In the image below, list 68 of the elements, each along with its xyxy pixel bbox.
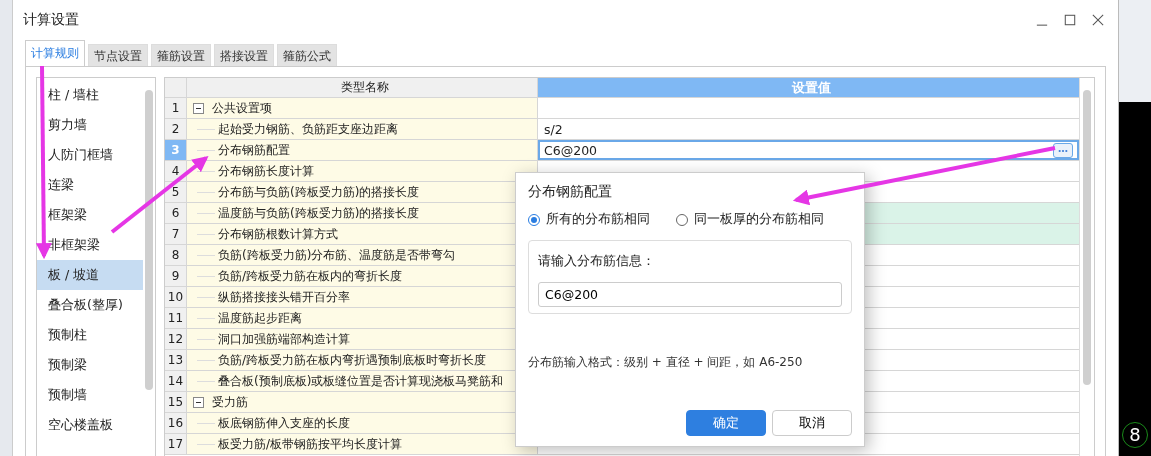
row-number: 2	[165, 119, 187, 139]
setting-name: 分布钢筋配置	[218, 141, 290, 159]
category-item[interactable]: 连梁	[37, 170, 143, 200]
row-number: 14	[165, 371, 187, 391]
setting-name: 板底钢筋伸入支座的长度	[218, 414, 350, 432]
cancel-button[interactable]: 取消	[772, 410, 852, 436]
ok-button[interactable]: 确定	[686, 410, 766, 436]
category-item[interactable]: 框架梁	[37, 200, 143, 230]
radio-option[interactable]: 所有的分布筋相同	[528, 211, 650, 228]
setting-name: 分布钢筋长度计算	[218, 162, 314, 180]
setting-name: 负筋(跨板受力筋)分布筋、温度筋是否带弯勾	[218, 246, 456, 264]
category-item[interactable]: 叠合板(整厚)	[37, 290, 143, 320]
row-number: 3	[165, 140, 187, 160]
collapse-icon[interactable]	[193, 102, 204, 114]
category-item[interactable]: 预制柱	[37, 320, 143, 350]
scrollbar[interactable]	[1079, 78, 1094, 456]
row-number: 8	[165, 245, 187, 265]
tab[interactable]: 搭接设置	[214, 44, 274, 66]
category-item[interactable]: 板 / 坡道	[37, 260, 143, 290]
setting-name: 负筋/跨板受力筋在板内弯折遇预制底板时弯折长度	[218, 351, 487, 369]
row-number: 6	[165, 203, 187, 223]
row-number: 13	[165, 350, 187, 370]
row-number: 9	[165, 266, 187, 286]
category-item[interactable]: 剪力墙	[37, 110, 143, 140]
setting-value: s/2	[544, 121, 563, 137]
category-item[interactable]: 柱 / 墙柱	[37, 80, 143, 110]
more-button[interactable]	[1053, 143, 1073, 158]
tab[interactable]: 箍筋设置	[151, 44, 211, 66]
setting-name: 洞口加强筋端部构造计算	[218, 330, 350, 348]
format-hint: 分布筋输入格式：级别 + 直径 + 间距，如 A6-250	[528, 354, 804, 371]
setting-name: 叠合板(预制底板)或板缝位置是否计算现浇板马凳筋和	[218, 372, 504, 390]
setting-name: 分布筋与负筋(跨板受力筋)的搭接长度	[218, 183, 420, 201]
row-number: 12	[165, 329, 187, 349]
setting-name: 起始受力钢筋、负筋距支座边距离	[218, 120, 398, 138]
setting-name: 公共设置项	[212, 99, 272, 117]
column-header: 类型名称	[187, 78, 538, 97]
field-label: 请输入分布筋信息：	[538, 253, 656, 270]
dialog-title: 分布钢筋配置	[528, 183, 613, 201]
category-item[interactable]: 非框架梁	[37, 230, 143, 260]
setting-name: 纵筋搭接接头错开百分率	[218, 288, 350, 306]
tab[interactable]: 节点设置	[88, 44, 148, 66]
column-header: 设置值	[538, 78, 1079, 97]
tab[interactable]: 计算规则	[25, 40, 85, 66]
input-field[interactable]: C6@200	[538, 282, 842, 307]
row-number: 10	[165, 287, 187, 307]
row-number: 16	[165, 413, 187, 433]
tab[interactable]: 箍筋公式	[277, 44, 337, 66]
setting-name: 板受力筋/板带钢筋按平均长度计算	[218, 435, 403, 453]
radio-option[interactable]: 同一板厚的分布筋相同	[676, 211, 824, 228]
setting-value: C6@200	[544, 142, 598, 158]
category-item[interactable]: 预制梁	[37, 350, 143, 380]
window-title: 计算设置	[23, 11, 79, 29]
close-icon[interactable]	[1092, 14, 1104, 26]
setting-name: 分布钢筋根数计算方式	[218, 225, 338, 243]
category-item[interactable]: 空心楼盖板	[37, 410, 143, 440]
setting-name: 负筋/跨板受力筋在板内的弯折长度	[218, 267, 403, 285]
maximize-icon[interactable]	[1064, 14, 1076, 26]
setting-name: 温度筋与负筋(跨板受力筋)的搭接长度	[218, 204, 420, 222]
setting-name: 受力筋	[212, 393, 248, 411]
row-number: 15	[165, 392, 187, 412]
setting-name: 温度筋起步距离	[218, 309, 302, 327]
row-number: 11	[165, 308, 187, 328]
category-item[interactable]: 预制墙	[37, 380, 143, 410]
row-number: 17	[165, 434, 187, 454]
row-number: 1	[165, 98, 187, 118]
row-number: 7	[165, 224, 187, 244]
collapse-icon[interactable]	[193, 396, 204, 408]
category-item[interactable]: 人防门框墙	[37, 140, 143, 170]
